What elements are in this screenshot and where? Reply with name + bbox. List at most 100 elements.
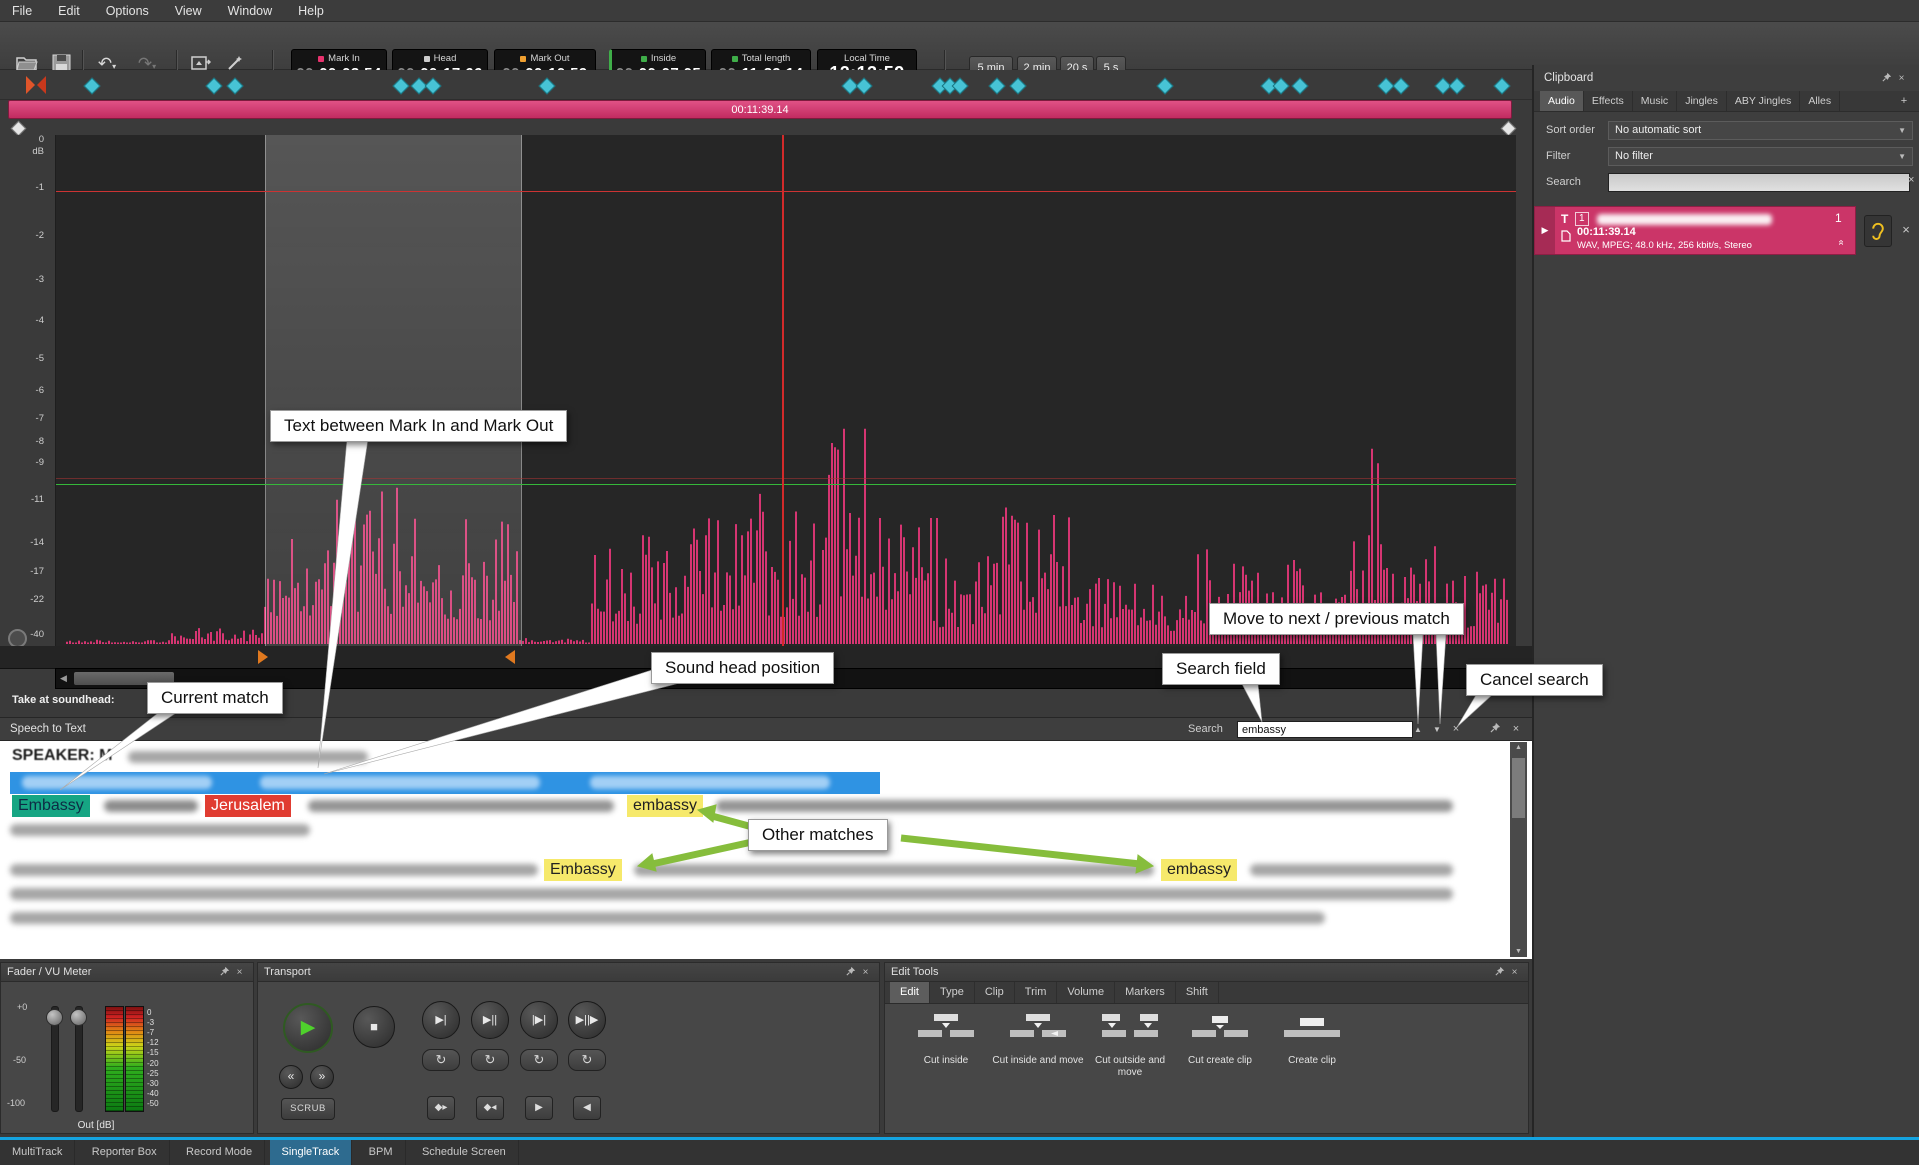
- tab-multitrack[interactable]: MultiTrack: [0, 1140, 75, 1165]
- tab-audio[interactable]: Audio: [1540, 91, 1584, 111]
- fader-knob-right[interactable]: [70, 1009, 87, 1026]
- tab-effects[interactable]: Effects: [1584, 91, 1633, 111]
- pin-icon[interactable]: [217, 966, 232, 979]
- skip-forward-button[interactable]: »: [310, 1065, 334, 1089]
- match-word-3[interactable]: embassy: [1161, 859, 1237, 881]
- menu-view[interactable]: View: [175, 4, 202, 18]
- timeline-marker-icon[interactable]: [206, 78, 223, 95]
- timeline-marker-icon[interactable]: [1292, 78, 1309, 95]
- close-icon[interactable]: ×: [1507, 967, 1522, 978]
- pin-icon[interactable]: [843, 966, 858, 979]
- timeline-marker-icon[interactable]: [393, 78, 410, 95]
- menu-window[interactable]: Window: [228, 4, 272, 18]
- nudge-forward-button[interactable]: ▶: [525, 1096, 553, 1120]
- pin-icon[interactable]: [1492, 966, 1507, 979]
- clipboard-search-input[interactable]: [1608, 173, 1910, 192]
- tab-alles[interactable]: Alles: [1800, 91, 1840, 111]
- timeline-marker-icon[interactable]: [1494, 78, 1511, 95]
- mark-in-triangle-icon[interactable]: [258, 650, 268, 664]
- mark-out-triangle-icon[interactable]: [505, 650, 515, 664]
- tab-music[interactable]: Music: [1633, 91, 1677, 111]
- start-marker-icon[interactable]: [24, 74, 48, 96]
- create-clip-tool[interactable]: Create clip: [1266, 1010, 1358, 1067]
- waveform-plot[interactable]: [55, 135, 1516, 646]
- timeline-marker-icon[interactable]: [1273, 78, 1290, 95]
- fader-knob-left[interactable]: [46, 1009, 63, 1026]
- tab-jingles[interactable]: Jingles: [1677, 91, 1727, 111]
- timeline-marker-icon[interactable]: [952, 78, 969, 95]
- loop-button-4[interactable]: ↻: [568, 1049, 606, 1071]
- timeline-marker-icon[interactable]: [539, 78, 556, 95]
- collapse-icon[interactable]: »: [1835, 240, 1846, 246]
- overview-progress-bar[interactable]: 00:11:39.14: [8, 100, 1512, 119]
- transcript-scroll-handle[interactable]: [1512, 758, 1525, 818]
- add-tab-button[interactable]: +: [1895, 91, 1913, 111]
- play-to-end-button[interactable]: ▶|: [422, 1001, 460, 1039]
- cut-inside-move-tool[interactable]: Cut inside and move: [992, 1010, 1084, 1067]
- next-match-icon[interactable]: ▼: [1429, 722, 1445, 737]
- scroll-up-icon[interactable]: ▲: [1510, 744, 1527, 751]
- close-icon[interactable]: ×: [1508, 722, 1524, 737]
- stt-search-input[interactable]: [1237, 721, 1413, 738]
- pin-icon[interactable]: [1487, 722, 1503, 737]
- play-through-button[interactable]: ▶||▶: [568, 1001, 606, 1039]
- close-icon[interactable]: ×: [858, 967, 873, 978]
- transcript-scrollbar[interactable]: ▲ ▼: [1510, 742, 1527, 957]
- item-play-icon[interactable]: ▶: [1535, 207, 1555, 254]
- scrub-button[interactable]: SCRUB: [281, 1098, 335, 1120]
- scroll-down-icon[interactable]: ▼: [1510, 948, 1527, 955]
- play-selection-button[interactable]: |▶|: [520, 1001, 558, 1039]
- nudge-back-button[interactable]: ◀: [573, 1096, 601, 1120]
- previous-match-icon[interactable]: ▲: [1410, 722, 1426, 737]
- mark-in-out-selection[interactable]: [265, 135, 522, 646]
- timeline-marker-icon[interactable]: [425, 78, 442, 95]
- loop-button-1[interactable]: ↻: [422, 1049, 460, 1071]
- pin-icon[interactable]: [1879, 72, 1894, 85]
- soundhead-transcript-line[interactable]: [10, 772, 880, 794]
- tab-schedule-screen[interactable]: Schedule Screen: [410, 1140, 519, 1165]
- timeline-marker-icon[interactable]: [1449, 78, 1466, 95]
- close-icon[interactable]: ×: [232, 967, 247, 978]
- menu-help[interactable]: Help: [298, 4, 324, 18]
- tab-record-mode[interactable]: Record Mode: [174, 1140, 265, 1165]
- cancel-search-icon[interactable]: ×: [1448, 722, 1464, 737]
- cut-create-clip-tool[interactable]: Cut create clip: [1174, 1010, 1266, 1067]
- cut-inside-tool[interactable]: Cut inside: [900, 1010, 992, 1067]
- play-button[interactable]: ▶: [283, 1003, 333, 1053]
- cut-outside-move-tool[interactable]: Cut outside and move: [1084, 1010, 1176, 1078]
- close-icon[interactable]: ×: [1894, 73, 1909, 84]
- overview-right-handle-icon[interactable]: [1501, 121, 1517, 137]
- current-match-word[interactable]: Embassy: [12, 795, 90, 817]
- skip-back-button[interactable]: «: [279, 1065, 303, 1089]
- play-pause-button[interactable]: ▶||: [471, 1001, 509, 1039]
- tab-aby-jingles[interactable]: ABY Jingles: [1727, 91, 1800, 111]
- timeline-marker-icon[interactable]: [856, 78, 873, 95]
- loop-button-3[interactable]: ↻: [520, 1049, 558, 1071]
- menu-file[interactable]: File: [12, 4, 32, 18]
- match-word-1[interactable]: embassy: [627, 795, 703, 817]
- filter-dropdown[interactable]: ▼No filter: [1608, 147, 1913, 166]
- tab-bpm[interactable]: BPM: [357, 1140, 406, 1165]
- sort-order-dropdown[interactable]: ▼No automatic sort: [1608, 121, 1913, 140]
- marker-ruler[interactable]: [0, 70, 1532, 100]
- timeline-marker-icon[interactable]: [1157, 78, 1174, 95]
- menu-edit[interactable]: Edit: [58, 4, 80, 18]
- clear-search-icon[interactable]: ×: [1908, 174, 1914, 186]
- timeline-marker-icon[interactable]: [84, 78, 101, 95]
- prelisten-button[interactable]: [1864, 215, 1892, 247]
- timeline-marker-icon[interactable]: [989, 78, 1006, 95]
- tab-singletrack[interactable]: SingleTrack: [270, 1140, 353, 1165]
- marker-prev-button[interactable]: ◆◂: [476, 1096, 504, 1120]
- remove-item-icon[interactable]: ×: [1898, 222, 1914, 238]
- timeline-marker-icon[interactable]: [227, 78, 244, 95]
- stop-button[interactable]: ■: [353, 1006, 395, 1048]
- timeline-marker-icon[interactable]: [1393, 78, 1410, 95]
- tab-reporter-box[interactable]: Reporter Box: [80, 1140, 170, 1165]
- marker-next-button[interactable]: ◆▸: [427, 1096, 455, 1120]
- loop-button-2[interactable]: ↻: [471, 1049, 509, 1071]
- menu-options[interactable]: Options: [106, 4, 149, 18]
- match-word-2[interactable]: Embassy: [544, 859, 622, 881]
- scroll-left-icon[interactable]: ◀: [60, 672, 67, 685]
- playhead-line[interactable]: [782, 135, 784, 646]
- clipboard-item[interactable]: ▶ T 1 1 00:11:39.14 WAV, MPEG; 48.0 kHz,…: [1534, 206, 1919, 255]
